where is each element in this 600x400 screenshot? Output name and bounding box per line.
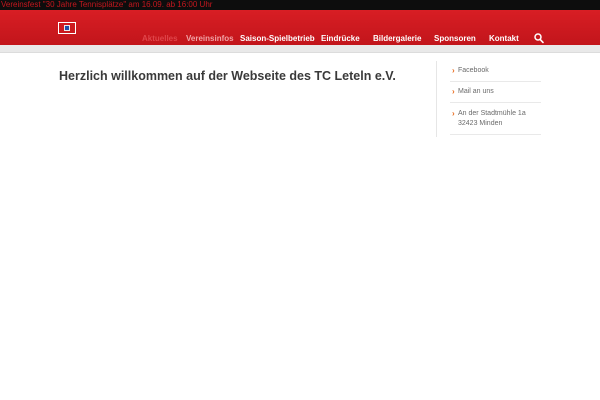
header-subbar xyxy=(0,45,600,53)
address-city: 32423 Minden xyxy=(458,120,503,127)
nav-item-kontakt[interactable]: Kontakt xyxy=(489,34,519,44)
sidebar-link-label: Mail an uns xyxy=(458,88,494,95)
club-logo-icon[interactable] xyxy=(58,22,76,34)
sidebar-link-facebook[interactable]: › Facebook xyxy=(450,66,541,82)
chevron-right-icon: › xyxy=(452,66,455,75)
site-header: Aktuelles Vereinsinfos Saison-Spielbetri… xyxy=(0,10,600,45)
sidebar-link-mail[interactable]: › Mail an uns xyxy=(450,87,541,103)
nav-item-vereinsinfos[interactable]: Vereinsinfos xyxy=(186,34,234,44)
nav-item-eindruecke[interactable]: Eindrücke xyxy=(321,34,360,44)
nav-item-bildergalerie[interactable]: Bildergalerie xyxy=(373,34,421,44)
chevron-right-icon: › xyxy=(452,109,455,118)
chevron-right-icon: › xyxy=(452,87,455,96)
nav-item-aktuelles[interactable]: Aktuelles xyxy=(142,34,178,44)
logo-emblem xyxy=(64,25,70,31)
sidebar-address: › An der Stadtmühle 1a 32423 Minden xyxy=(450,109,541,135)
search-icon[interactable] xyxy=(534,33,544,44)
page-title: Herzlich willkommen auf der Webseite des… xyxy=(59,69,396,83)
address-street: An der Stadtmühle 1a xyxy=(458,110,526,117)
sidebar-link-label: Facebook xyxy=(458,67,489,74)
announcement-bar: Vereinsfest "30 Jahre Tennisplätze" am 1… xyxy=(0,0,600,10)
nav-item-sponsoren[interactable]: Sponsoren xyxy=(434,34,476,44)
nav-item-saison-spielbetrieb[interactable]: Saison-Spielbetrieb xyxy=(240,34,315,44)
announcement-text[interactable]: Vereinsfest "30 Jahre Tennisplätze" am 1… xyxy=(1,0,212,10)
